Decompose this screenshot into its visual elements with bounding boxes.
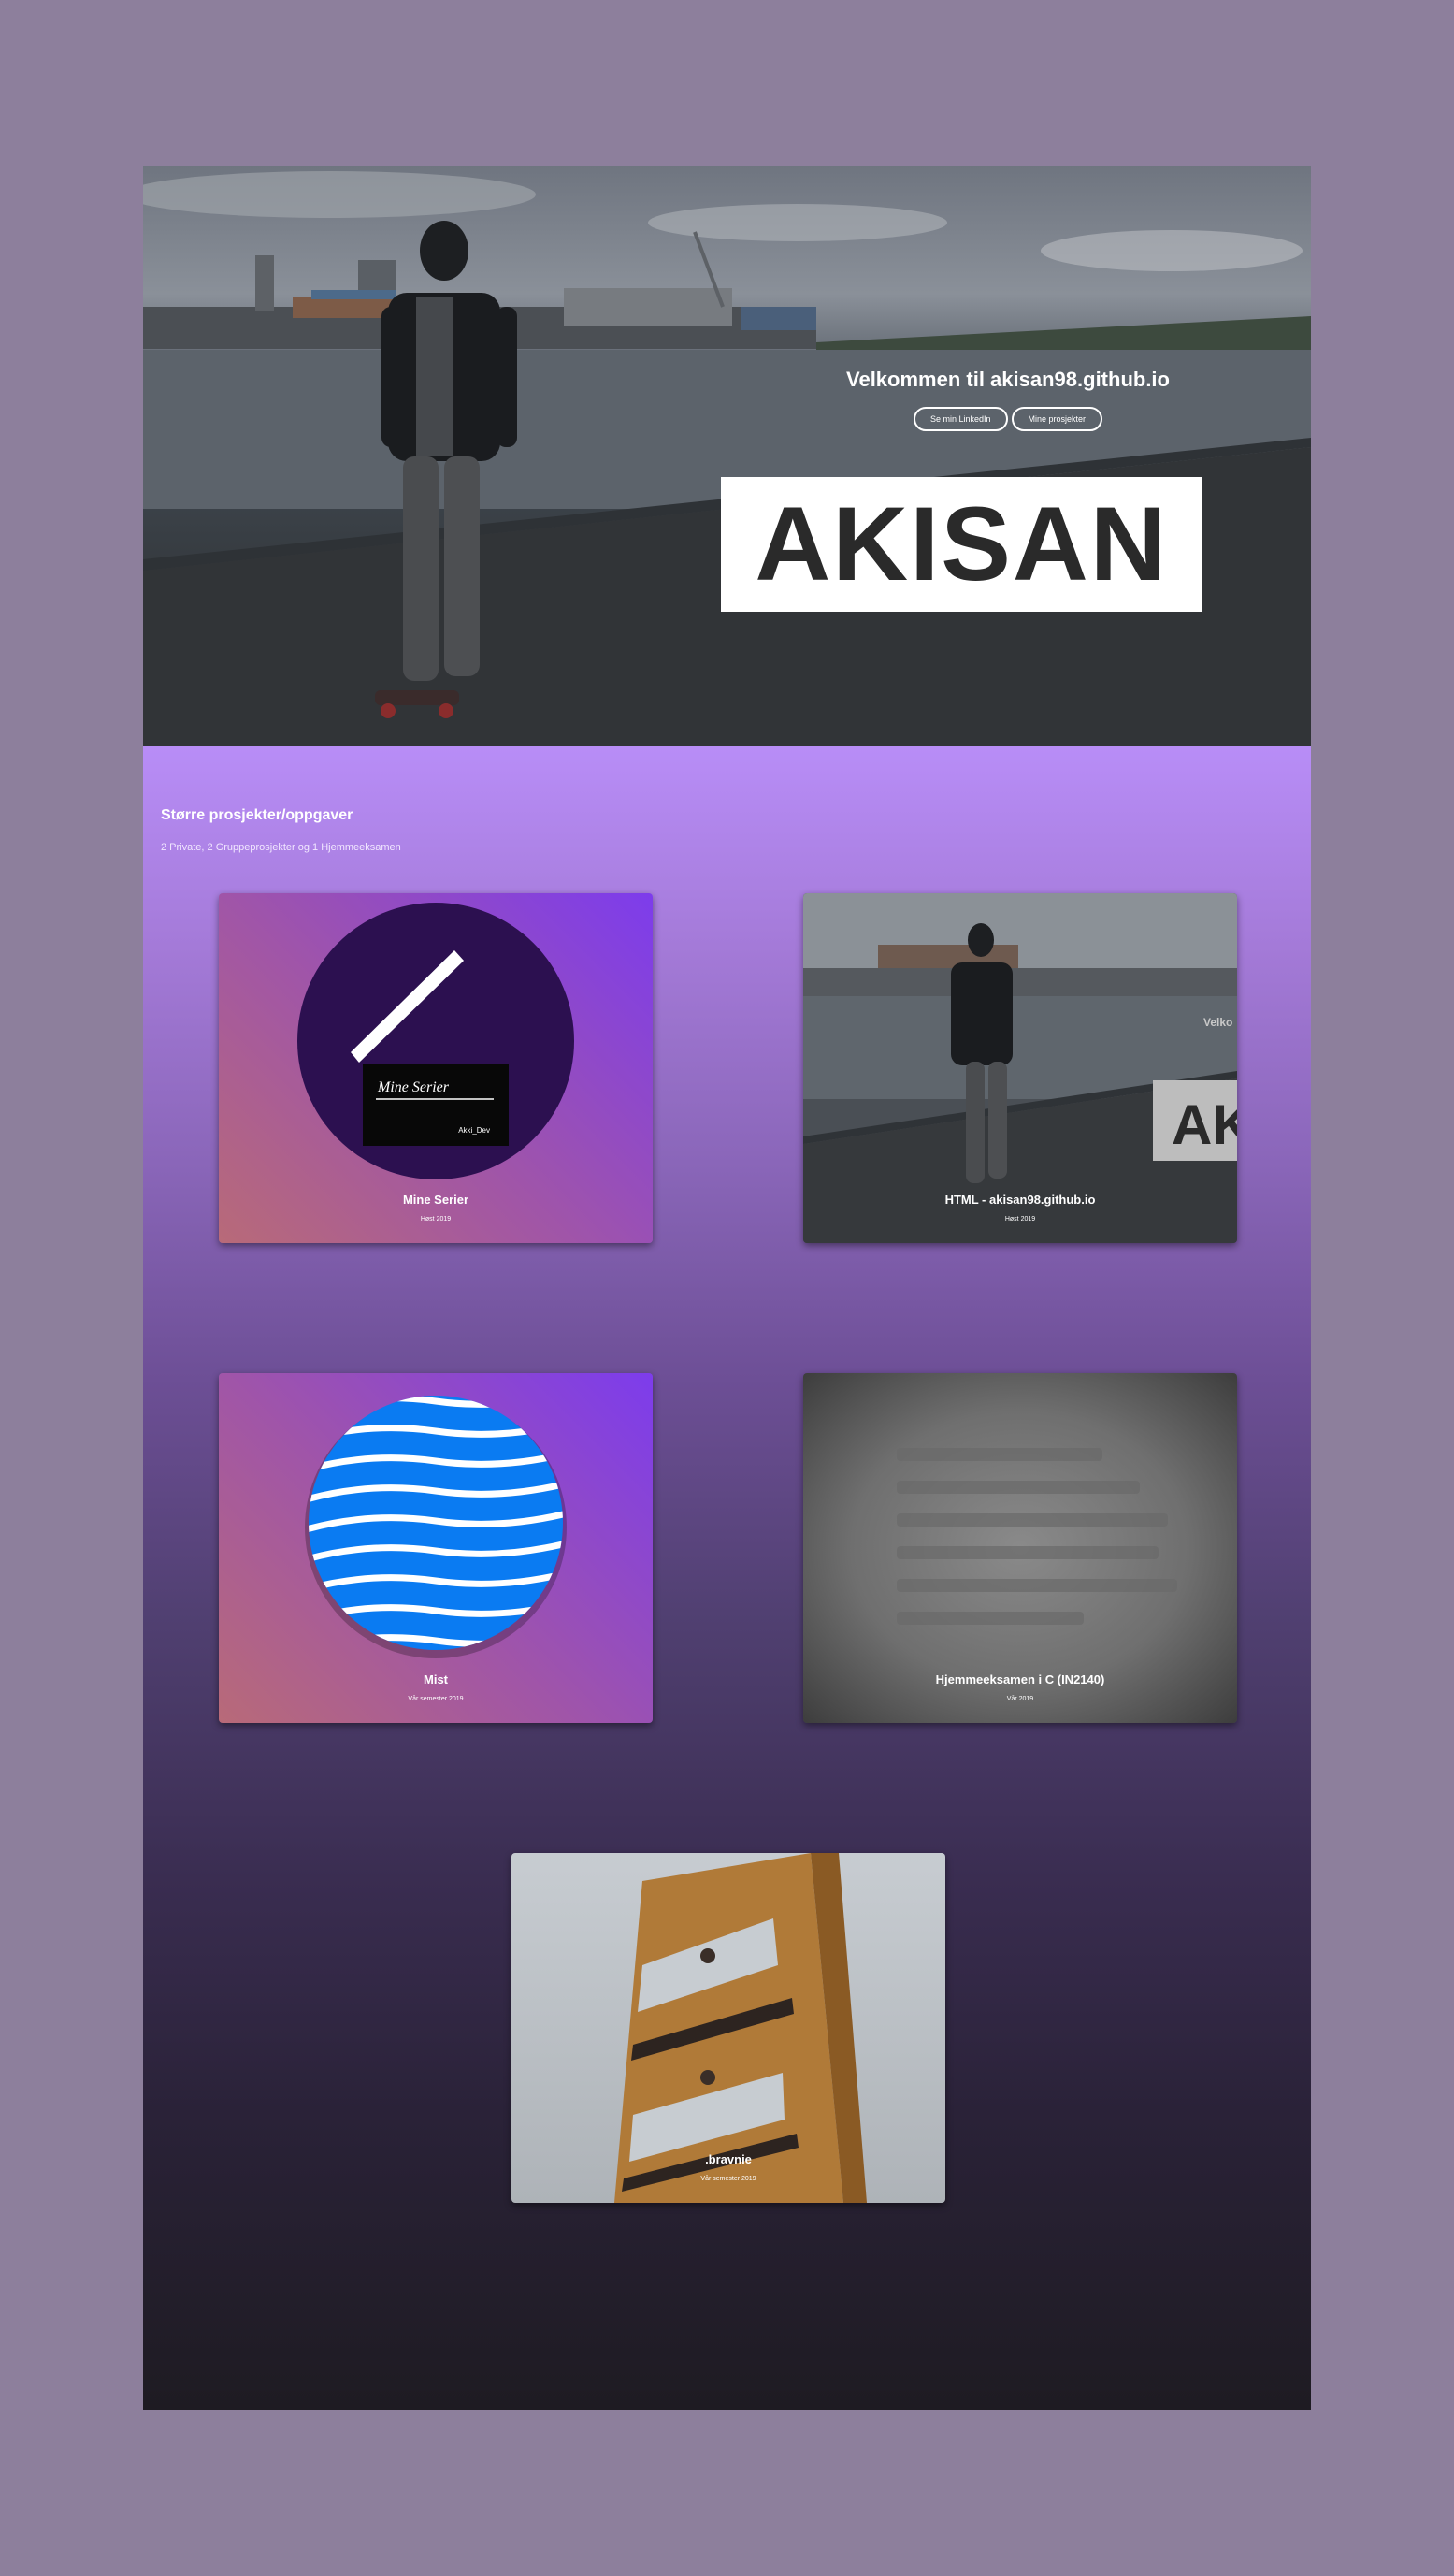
bravnie-wood-photo xyxy=(614,1853,867,2203)
project-card-html[interactable]: Velko AK HTML - akisan98.github.io Høst … xyxy=(803,893,1237,1243)
card-title: Mist xyxy=(424,1672,448,1686)
html-thumbnail-photo: Velko AK xyxy=(803,893,1237,1243)
section-subtitle: 2 Private, 2 Gruppeprosjekter og 1 Hjemm… xyxy=(161,842,401,853)
hero-text: Velkommen til akisan98.github.io Se min … xyxy=(751,368,1265,431)
card-date: Høst 2019 xyxy=(420,1216,452,1223)
mine-serier-logo-author: Akki_Dev xyxy=(458,1126,490,1135)
linkedin-button[interactable]: Se min LinkedIn xyxy=(913,407,1008,431)
akisan-logo: AKISAN xyxy=(721,477,1202,612)
mine-serier-logo-icon: Mine Serier Akki_Dev xyxy=(297,903,574,1179)
project-card-mist[interactable]: Mist Vår semester 2019 xyxy=(219,1373,653,1723)
hero-photo xyxy=(143,171,1311,746)
card-title: .bravnie xyxy=(705,2152,752,2166)
hero-banner: Velkommen til akisan98.github.io Se min … xyxy=(143,166,1311,746)
html-thumb-welcome-text: Velko xyxy=(1203,1016,1232,1029)
section-title: Større prosjekter/oppgaver xyxy=(161,807,353,823)
card-date: Vår 2019 xyxy=(1006,1696,1034,1702)
card-title: HTML - akisan98.github.io xyxy=(944,1193,1096,1207)
project-card-bravnie[interactable]: .bravnie Vår semester 2019 xyxy=(511,1853,945,2203)
code-background-image xyxy=(897,1448,1177,1625)
html-thumb-logo: AK xyxy=(1172,1093,1237,1156)
mist-logo-icon xyxy=(305,1396,567,1658)
logo-text: AKISAN xyxy=(755,485,1168,602)
hero-buttons: Se min LinkedIn Mine prosjekter xyxy=(751,407,1265,431)
card-date: Høst 2019 xyxy=(1004,1216,1036,1223)
project-card-hjemmeeksamen[interactable]: Hjemmeeksamen i C (IN2140) Vår 2019 xyxy=(803,1373,1237,1723)
mine-serier-logo-title: Mine Serier xyxy=(377,1079,450,1095)
card-date: Vår semester 2019 xyxy=(408,1696,464,1702)
page: Velkommen til akisan98.github.io Se min … xyxy=(143,166,1311,2410)
card-title: Hjemmeeksamen i C (IN2140) xyxy=(935,1672,1105,1686)
hero-title: Velkommen til akisan98.github.io xyxy=(846,368,1170,391)
card-title: Mine Serier xyxy=(402,1193,469,1207)
card-date: Vår semester 2019 xyxy=(700,2176,756,2182)
projects-button[interactable]: Mine prosjekter xyxy=(1011,407,1103,431)
project-card-mine-serier[interactable]: Mine Serier Akki_Dev Mine Serier Høst 20… xyxy=(219,893,653,1243)
projects-section: Større prosjekter/oppgaver 2 Private, 2 … xyxy=(143,746,1311,2410)
